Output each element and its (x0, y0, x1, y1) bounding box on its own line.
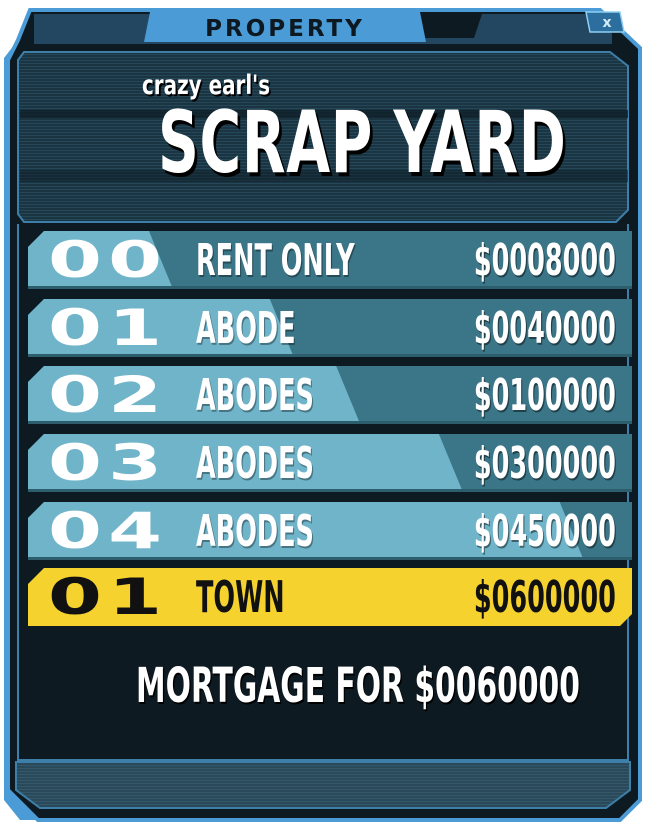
rent-row: 04 ABODES $0450000 (28, 502, 632, 560)
close-button[interactable]: x (590, 12, 624, 34)
building-count: 00 (48, 231, 169, 289)
rent-price: $0300000 (473, 438, 616, 489)
property-name: SCRAP YARD (158, 93, 567, 193)
rent-row: 01 ABODE $0040000 (28, 299, 632, 357)
building-label: ABODES (196, 438, 314, 489)
rent-price: $0100000 (473, 370, 616, 421)
rent-price: $0008000 (473, 235, 616, 286)
building-label: ABODES (196, 506, 314, 557)
close-icon: x (602, 15, 612, 31)
rent-row: 02 ABODES $0100000 (28, 366, 632, 424)
rent-price: $0040000 (473, 303, 616, 354)
mortgage-label: MORTGAGE FOR $0060000 (136, 658, 580, 714)
building-count: 03 (48, 434, 169, 492)
mortgage-text: MORTGAGE FOR $0060000 (0, 660, 651, 712)
building-count: 01 (48, 568, 169, 626)
window-title: PROPERTY (205, 16, 365, 42)
rent-price: $0600000 (473, 572, 616, 623)
rent-row: 00 RENT ONLY $0008000 (28, 231, 632, 289)
building-label: TOWN (196, 572, 285, 623)
building-label: ABODE (196, 303, 296, 354)
building-count: 04 (48, 502, 169, 560)
rent-row: 03 ABODES $0300000 (28, 434, 632, 492)
building-count: 02 (48, 366, 169, 424)
rent-price: $0450000 (473, 506, 616, 557)
building-count: 01 (48, 299, 169, 357)
building-label: RENT ONLY (196, 235, 355, 286)
building-label: ABODES (196, 370, 314, 421)
property-card: PROPERTY x crazy earl's SCRAP YARD 00 RE… (0, 0, 651, 825)
rent-row-selected: 01 TOWN $0600000 (28, 568, 632, 626)
